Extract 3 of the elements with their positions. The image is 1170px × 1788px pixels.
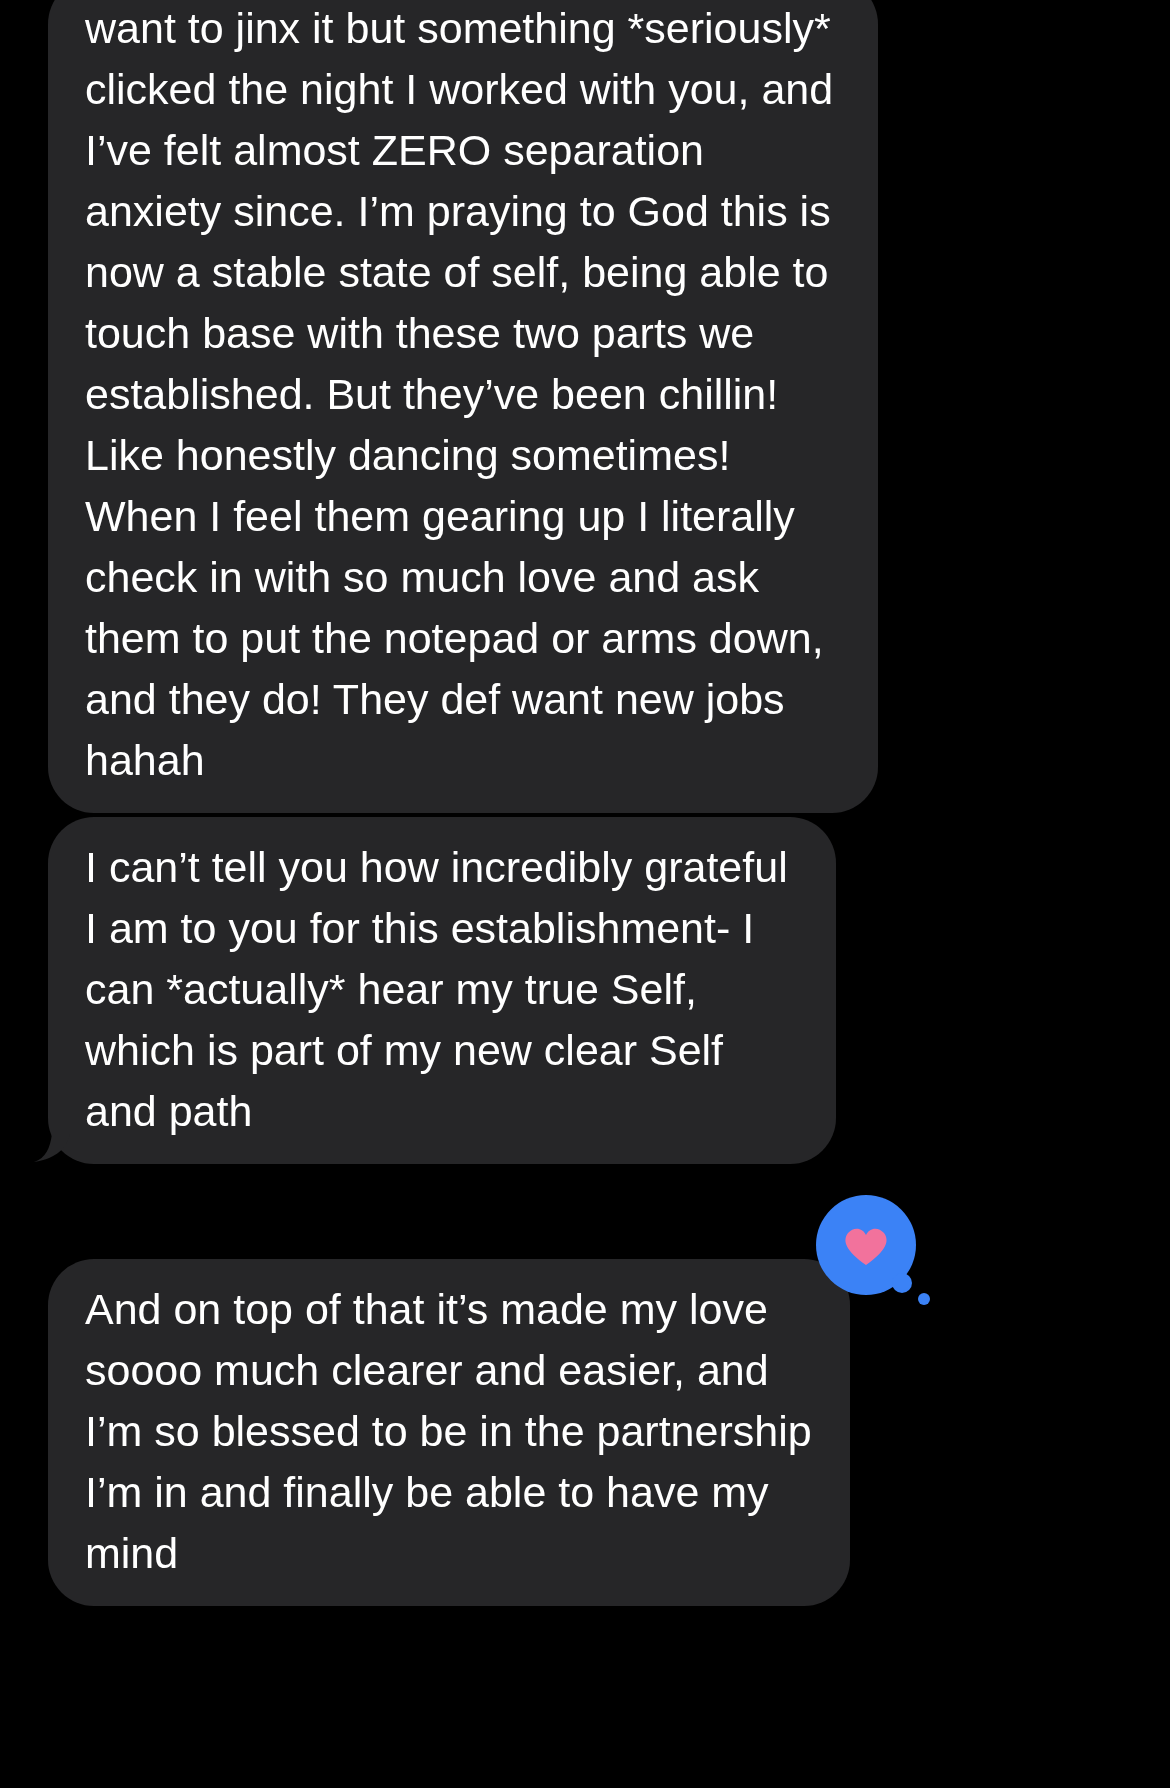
message-text: want to jinx it but something *seriously* clicked the night I worked with you, and I’ve felt almost ZERO separation anxiety since. I’m praying to God this is now a stable state of self, being able to touch base with these two parts we established. But they’ve been chillin! Like honestly dancing sometimes! When I feel them gearing up I literally check in with so much love and ask them to put the notepad or arms down, and they do! They def want new jobs hahah (85, 3, 835, 786)
message-text: And on top of that it’s made my love soooo much clearer and easier, and I’m so blessed to be in the partnership I’m in and finally be able to have my mind (85, 1284, 813, 1579)
message-text: I can’t tell you how incredibly grateful I am to you for this establishment- I can *actually* hear my true Self, which is part of my new clear Self and path (85, 842, 789, 1137)
